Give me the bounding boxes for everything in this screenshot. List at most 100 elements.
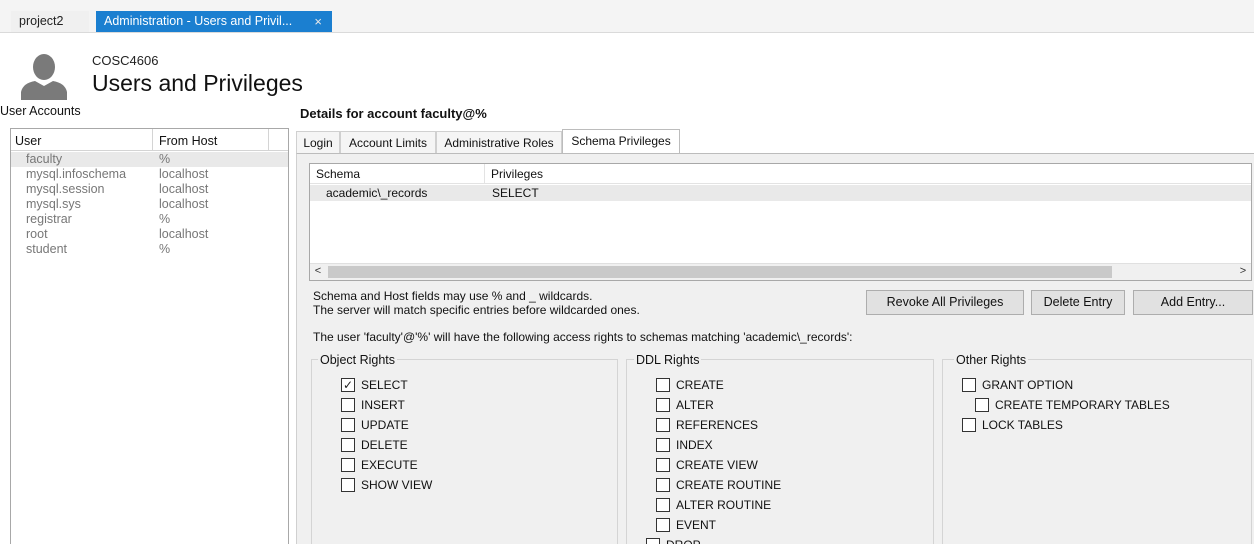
scroll-left-icon[interactable]: < (310, 265, 326, 277)
accounts-header: User From Host (11, 129, 288, 151)
checkbox-label: DELETE (361, 438, 408, 452)
table-row[interactable]: mysql.sys localhost (11, 197, 288, 212)
host-cell: localhost (159, 167, 209, 181)
checkbox-unchecked-icon[interactable] (656, 398, 670, 412)
user-avatar-icon (21, 54, 67, 100)
user-cell: faculty (26, 152, 63, 166)
table-row[interactable]: root localhost (11, 227, 288, 242)
checkbox-label: CREATE ROUTINE (676, 478, 782, 492)
checkbox-unchecked-icon[interactable] (646, 538, 660, 544)
table-row[interactable]: student% (11, 242, 288, 257)
access-rights-description: The user 'faculty'@'%' will have the fol… (313, 330, 853, 344)
checkbox-unchecked-icon[interactable] (962, 418, 976, 432)
tab-divider (0, 32, 1254, 33)
tab-project2[interactable]: project2 (11, 11, 89, 32)
ddl-rights-label: DDL Rights (634, 353, 702, 367)
checkbox-label: GRANT OPTION (982, 378, 1074, 392)
privileges-cell: SELECT (492, 186, 539, 200)
tab-administrative-roles[interactable]: Administrative Roles (436, 131, 562, 153)
table-row[interactable]: faculty% (11, 152, 288, 167)
checkbox-unchecked-icon[interactable] (656, 458, 670, 472)
checkbox-unchecked-icon[interactable] (975, 398, 989, 412)
revoke-all-privileges-button[interactable]: Revoke All Privileges (866, 290, 1024, 315)
host-cell: % (159, 242, 171, 256)
host-cell: % (159, 152, 171, 166)
schema-cell: academic\_records (326, 186, 428, 200)
add-entry-button[interactable]: Add Entry... (1133, 290, 1253, 315)
checkbox-label: CREATE VIEW (676, 458, 758, 472)
checkbox-unchecked-icon[interactable] (656, 378, 670, 392)
checkbox-label: REFERENCES (676, 418, 759, 432)
checkbox-label: CREATE (676, 378, 724, 392)
scrollbar-thumb[interactable] (328, 266, 1112, 278)
checkbox-checked-icon[interactable]: ✓ (341, 378, 355, 392)
checkbox-label: DROP (666, 537, 701, 544)
checkbox-label: EVENT (676, 518, 717, 532)
close-icon[interactable]: × (314, 11, 322, 32)
checkbox-label: SELECT (361, 378, 408, 392)
document-tab-strip: project2 Administration - Users and Priv… (0, 0, 1254, 32)
tab-account-limits[interactable]: Account Limits (340, 131, 436, 153)
object-rights-group (311, 359, 618, 544)
user-accounts-label: User Accounts (0, 104, 81, 118)
table-row[interactable]: mysql.session localhost (11, 182, 288, 197)
checkbox-label: INDEX (676, 438, 713, 452)
details-title: Details for account faculty@% (300, 106, 487, 121)
table-row[interactable]: mysql.infoschema localhost (11, 167, 288, 182)
tab-administration-label: Administration - Users and Privil... (104, 14, 293, 28)
tab-schema-privileges[interactable]: Schema Privileges (562, 129, 680, 153)
checkbox-unchecked-icon[interactable] (341, 438, 355, 452)
checkbox-unchecked-icon[interactable] (656, 418, 670, 432)
tab-administration-users[interactable]: Administration - Users and Privil... × (96, 11, 332, 32)
user-accounts-list[interactable]: User From Host faculty% mysql.infoschema l… (10, 128, 289, 544)
column-separator (152, 129, 153, 151)
checkbox-label: SHOW VIEW (361, 478, 433, 492)
column-header-from-host[interactable]: From Host (159, 134, 217, 148)
user-cell: registrar (26, 212, 72, 226)
delete-entry-button[interactable]: Delete Entry (1031, 290, 1125, 315)
accounts-rows: faculty% mysql.infoschema localhost mysql.s… (11, 152, 288, 257)
checkbox-unchecked-icon[interactable] (341, 418, 355, 432)
schema-grid-header: Schema Privileges (310, 164, 1251, 184)
checkbox-unchecked-icon[interactable] (341, 398, 355, 412)
table-row[interactable]: registrar% (11, 212, 288, 227)
checkbox-unchecked-icon[interactable] (656, 478, 670, 492)
user-cell: mysql.sys (26, 197, 81, 211)
column-header-user[interactable]: User (15, 134, 41, 148)
checkbox-unchecked-icon[interactable] (962, 378, 976, 392)
checkbox-label: UPDATE (361, 418, 409, 432)
page-title: Users and Privileges (92, 70, 303, 96)
checkbox-label: CREATE TEMPORARY TABLES (995, 398, 1170, 412)
horizontal-scrollbar[interactable]: < > (310, 263, 1251, 280)
tab-project2-label: project2 (19, 14, 64, 28)
user-cell: root (26, 227, 48, 241)
object-rights-label: Object Rights (318, 353, 398, 367)
connection-name: COSC4606 (92, 53, 159, 68)
checkbox-label: ALTER ROUTINE (676, 498, 772, 512)
checkbox-unchecked-icon[interactable] (656, 498, 670, 512)
wildcard-hint-2: The server will match specific entries b… (313, 303, 640, 317)
schema-privileges-grid[interactable]: Schema Privileges academic\_records SELE… (309, 163, 1252, 281)
wildcard-hint: Schema and Host fields may use % and _ w… (313, 289, 593, 303)
checkbox-unchecked-icon[interactable] (656, 518, 670, 532)
host-cell: localhost (159, 182, 209, 196)
checkbox-label: ALTER (676, 398, 714, 412)
scroll-right-icon[interactable]: > (1235, 265, 1251, 277)
column-separator (484, 164, 485, 184)
host-cell: % (159, 212, 171, 226)
column-header-schema[interactable]: Schema (316, 167, 360, 181)
checkbox-label: EXECUTE (361, 458, 418, 472)
user-cell: mysql.infoschema (26, 167, 127, 181)
checkmark-icon: ✓ (343, 378, 354, 392)
column-header-privileges[interactable]: Privileges (491, 167, 543, 181)
table-row[interactable]: academic\_records SELECT (310, 185, 1251, 201)
host-cell: localhost (159, 197, 209, 211)
checkbox-unchecked-icon[interactable] (341, 478, 355, 492)
checkbox-unchecked-icon[interactable] (656, 438, 670, 452)
other-rights-label: Other Rights (954, 353, 1029, 367)
checkbox-label: LOCK TABLES (982, 418, 1063, 432)
user-cell: student (26, 242, 68, 256)
checkbox-unchecked-icon[interactable] (341, 458, 355, 472)
tab-login[interactable]: Login (296, 131, 340, 153)
column-separator (268, 129, 269, 151)
